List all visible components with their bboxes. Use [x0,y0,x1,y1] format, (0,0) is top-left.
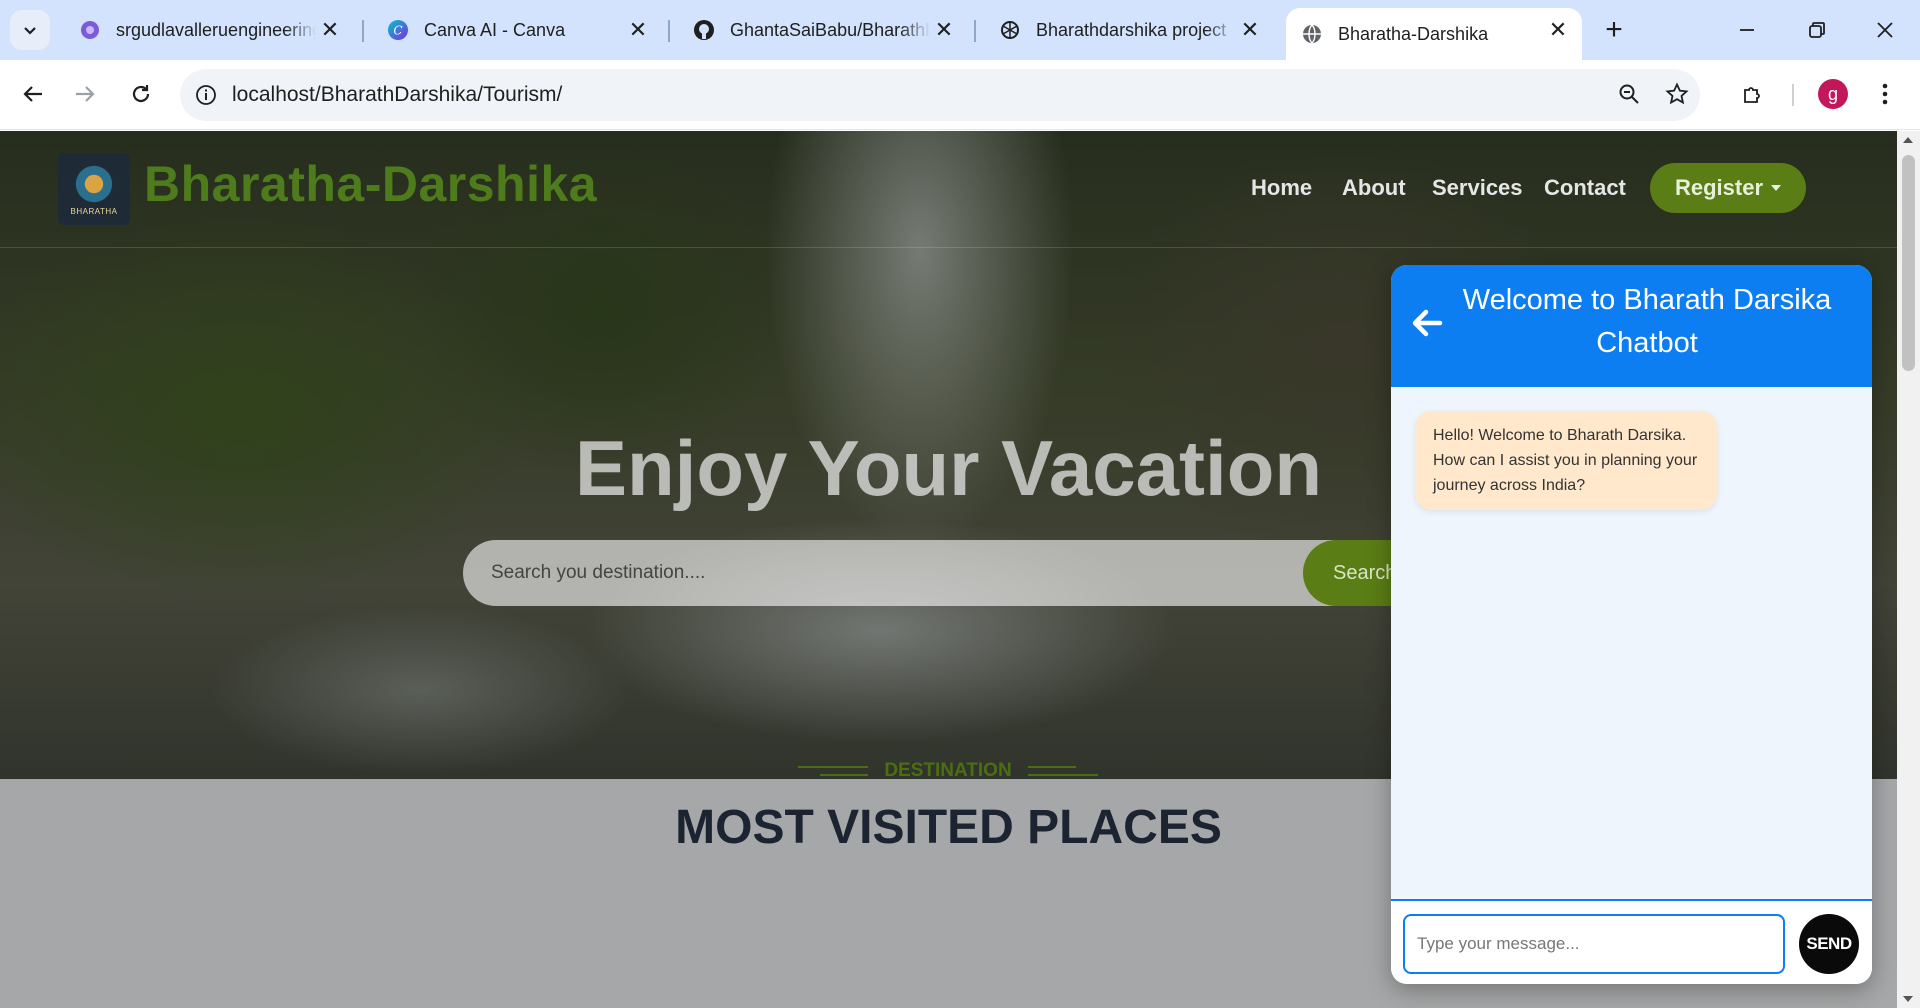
minimize-button[interactable] [1722,10,1772,50]
menu-button[interactable] [1864,73,1906,115]
globe-icon [1300,22,1324,46]
caret-down-icon [1771,185,1782,191]
address-bar[interactable]: localhost/BharathDarshika/Tourism/ [180,69,1700,121]
nav-divider [0,247,1897,248]
bot-message: Hello! Welcome to Bharath Darsika. How c… [1415,411,1717,510]
tab-canva[interactable]: C Canva AI - Canva ✕ [372,8,662,52]
arrow-left-icon [1412,309,1443,337]
profile-avatar[interactable]: g [1818,79,1848,109]
tab-chatgpt[interactable]: Bharathdarshika project ✕ [984,8,1274,52]
canva-icon: C [386,18,410,42]
nav-contact[interactable]: Contact [1544,175,1626,201]
kebab-menu-icon [1882,83,1888,105]
site-logo[interactable]: BHARATHA [58,153,130,225]
restore-icon [1809,22,1825,38]
chatbot-footer: SEND [1391,899,1872,984]
restore-button[interactable] [1792,10,1842,50]
chatbot-window: Welcome to Bharath Darsika Chatbot Hello… [1391,265,1872,984]
destination-search-bar [463,540,1433,606]
tab-srgudlavalleru[interactable]: srgudlavalleruengineering ✕ [64,8,354,52]
scrollbar-thumb[interactable] [1902,155,1915,371]
bookmark-button[interactable] [1656,73,1698,115]
chatbot-send-button[interactable]: SEND [1799,914,1859,974]
extensions-button[interactable] [1732,73,1774,115]
tab-github[interactable]: GhantaSaiBabu/BharathD ✕ [678,8,968,52]
reload-icon [132,85,150,103]
close-tab-icon[interactable]: ✕ [1238,17,1262,42]
openai-icon [998,18,1022,42]
arrow-left-icon [23,86,42,102]
url-host: localhost [232,83,315,106]
logo-emblem [73,162,115,205]
nav-about[interactable]: About [1342,175,1406,201]
tab-search-button[interactable] [10,10,50,50]
tab-title: Bharatha-Darshika [1338,23,1489,44]
scroll-up-icon[interactable] [1903,137,1913,143]
browser-toolbar: localhost/BharathDarshika/Tourism/ g [0,60,1920,130]
close-window-button[interactable] [1860,10,1910,50]
tab-strip: srgudlavalleruengineering ✕ C Canva AI -… [0,0,1920,60]
close-tab-icon[interactable]: ✕ [932,17,956,42]
new-tab-button[interactable]: + [1596,12,1632,48]
github-icon [692,18,716,42]
chatbot-title: Welcome to Bharath Darsika Chatbot [1462,284,1832,359]
nav-services[interactable]: Services [1432,175,1523,201]
zoom-button[interactable] [1608,73,1650,115]
logo-text: BHARATHA [70,206,118,216]
tab-title: Bharathdarshika project [1036,19,1227,40]
register-dropdown-button[interactable]: Register [1650,163,1806,213]
url-text: localhost/BharathDarshika/Tourism/ [232,83,562,107]
puzzle-icon [1744,87,1760,103]
back-button[interactable] [12,73,54,115]
close-tab-icon[interactable]: ✕ [1546,17,1570,42]
tab-title: GhantaSaiBabu/BharathD [730,19,930,40]
chevron-down-icon [24,27,36,35]
reload-button[interactable] [120,73,162,115]
zoom-icon [1619,84,1639,104]
chatbot-back-button[interactable] [1407,303,1447,343]
svg-text:C: C [393,24,402,38]
tab-title: srgudlavalleruengineering [116,19,316,40]
url-path: /BharathDarshika/Tourism/ [314,83,563,106]
site-brand[interactable]: Bharatha-Darshika [144,155,597,213]
toolbar-separator [1792,84,1794,106]
tab-title: Canva AI - Canva [424,19,566,40]
arrow-right-icon [76,86,95,102]
minimize-icon [1740,29,1754,31]
forward-button[interactable] [64,73,106,115]
close-tab-icon[interactable]: ✕ [318,17,342,42]
nav-home[interactable]: Home [1251,175,1312,201]
close-tab-icon[interactable]: ✕ [626,17,650,42]
destination-search-input[interactable] [491,562,1251,584]
scroll-down-icon[interactable] [1903,996,1913,1002]
chatbot-messages: Hello! Welcome to Bharath Darsika. How c… [1391,387,1872,899]
chatbot-message-input[interactable] [1403,914,1785,974]
tab-separator [362,20,364,42]
register-label: Register [1674,175,1764,200]
site-info-icon[interactable] [180,69,232,121]
close-icon [1877,22,1893,38]
page-scrollbar[interactable] [1897,131,1920,1008]
chatbot-header: Welcome to Bharath Darsika Chatbot [1391,265,1872,387]
purple-gear-icon [78,18,102,42]
star-icon [1665,82,1689,105]
tab-separator [668,20,670,42]
tab-bharatha-darshika[interactable]: Bharatha-Darshika ✕ [1286,8,1582,60]
send-label: SEND [1806,934,1852,953]
tab-separator [974,20,976,42]
